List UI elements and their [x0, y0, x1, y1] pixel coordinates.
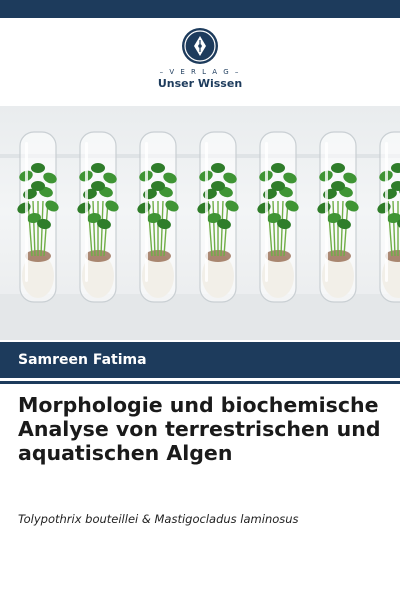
test-tube [17, 131, 59, 303]
publisher-logo: – V E R L A G – Unser Wissen [0, 28, 400, 90]
cover-photo [0, 106, 400, 340]
top-banner [0, 0, 400, 18]
author-bar: Samreen Fatima [0, 342, 400, 378]
book-title: Morphologie und biochemische Analyse von… [18, 393, 381, 465]
test-tube [77, 131, 119, 303]
test-tube [257, 131, 299, 303]
publisher-name: Unser Wissen [157, 77, 243, 90]
publisher-small-label: – V E R L A G – [159, 68, 241, 76]
fountain-pen-nib-icon [182, 28, 218, 64]
divider-line [0, 381, 400, 384]
test-tube [317, 131, 359, 303]
test-tube [197, 131, 239, 303]
test-tube [137, 131, 179, 303]
author-name: Samreen Fatima [18, 352, 147, 368]
book-subtitle: Tolypothrix bouteillei & Mastigocladus l… [18, 512, 299, 526]
